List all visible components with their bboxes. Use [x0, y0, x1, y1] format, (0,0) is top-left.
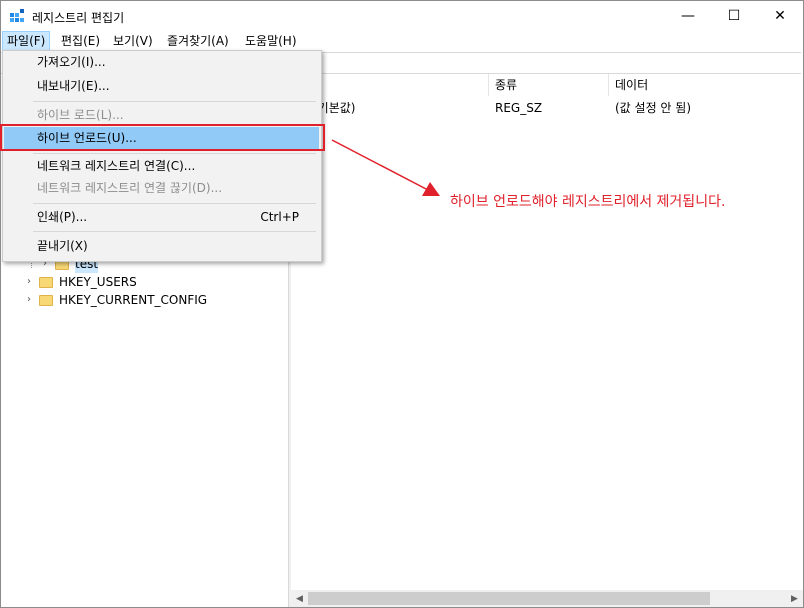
menu-item-unload-hive[interactable]: 하이브 언로드(U)...: [4, 127, 319, 149]
chevron-right-icon[interactable]: ›: [23, 291, 35, 309]
column-header-type[interactable]: 종류: [489, 74, 609, 96]
menu-separator: [33, 203, 316, 204]
menu-item-label: 하이브 로드(L)...: [37, 108, 124, 122]
menu-item-connect-network[interactable]: 네트워크 레지스트리 연결(C)...: [4, 155, 319, 177]
menu-edit[interactable]: 편집(E): [57, 31, 104, 51]
close-button[interactable]: ✕: [757, 1, 803, 31]
menu-item-label: 인쇄(P)...: [37, 210, 88, 224]
maximize-button[interactable]: ☐: [711, 1, 757, 31]
registry-app-icon: [10, 9, 24, 22]
column-header-data[interactable]: 데이터: [609, 74, 803, 96]
menu-item-label: 하이브 언로드(U)...: [37, 131, 137, 145]
folder-icon: [39, 276, 53, 288]
menu-item-label: 네트워크 레지스트리 연결 끊기(D)...: [37, 181, 223, 195]
menu-item-label: 끝내기(X): [37, 239, 88, 253]
scroll-thumb[interactable]: [308, 592, 710, 605]
tree-item-label: HKEY_USERS: [59, 275, 137, 289]
value-type: REG_SZ: [495, 101, 543, 115]
tree-item-hkey-users[interactable]: › HKEY_USERS: [23, 273, 137, 291]
menu-item-exit[interactable]: 끝내기(X): [4, 235, 319, 257]
title-bar: 레지스트리 편집기 — ☐ ✕: [1, 1, 803, 31]
annotation-text: 하이브 언로드해야 레지스트리에서 제거됩니다.: [450, 194, 726, 210]
menu-help[interactable]: 도움말(H): [241, 31, 301, 51]
menu-separator: [33, 153, 316, 154]
file-menu-dropdown: 가져오기(I)... 내보내기(E)... 하이브 로드(L)... 하이브 언…: [2, 50, 322, 262]
horizontal-scrollbar[interactable]: ◀ ▶: [291, 590, 803, 607]
menu-item-label: 내보내기(E)...: [37, 79, 110, 93]
value-data: (값 설정 안 됨): [615, 101, 692, 115]
folder-icon: [39, 294, 53, 306]
tree-item-hkey-current-config[interactable]: › HKEY_CURRENT_CONFIG: [23, 291, 207, 309]
menu-view[interactable]: 보기(V): [109, 31, 157, 51]
menu-item-label: 가져오기(I)...: [37, 55, 106, 69]
menu-favorites[interactable]: 즐겨찾기(A): [163, 31, 233, 51]
scroll-right-icon[interactable]: ▶: [786, 590, 803, 607]
window-title: 레지스트리 편집기: [32, 11, 125, 25]
menu-separator: [33, 101, 316, 102]
menu-item-export[interactable]: 내보내기(E)...: [4, 75, 319, 97]
minimize-button[interactable]: —: [665, 1, 711, 31]
menu-item-load-hive: 하이브 로드(L)...: [4, 104, 319, 126]
menu-item-print[interactable]: 인쇄(P)... Ctrl+P: [4, 206, 319, 228]
tree-item-label: HKEY_CURRENT_CONFIG: [59, 293, 208, 307]
menu-bar: 파일(F) 편집(E) 보기(V) 즐겨찾기(A) 도움말(H): [1, 31, 803, 51]
menu-item-import[interactable]: 가져오기(I)...: [4, 51, 319, 73]
menu-separator: [33, 231, 316, 232]
menu-item-disconnect-network: 네트워크 레지스트리 연결 끊기(D)...: [4, 177, 319, 199]
menu-item-label: 네트워크 레지스트리 연결(C)...: [37, 159, 196, 173]
value-list: 이름 종류 데이터 (기본값) REG_SZ (값 설정 안 됨): [291, 74, 803, 607]
scroll-left-icon[interactable]: ◀: [291, 590, 308, 607]
menu-file[interactable]: 파일(F): [2, 31, 51, 51]
menu-item-shortcut: Ctrl+P: [260, 210, 299, 224]
chevron-right-icon[interactable]: ›: [23, 273, 35, 291]
